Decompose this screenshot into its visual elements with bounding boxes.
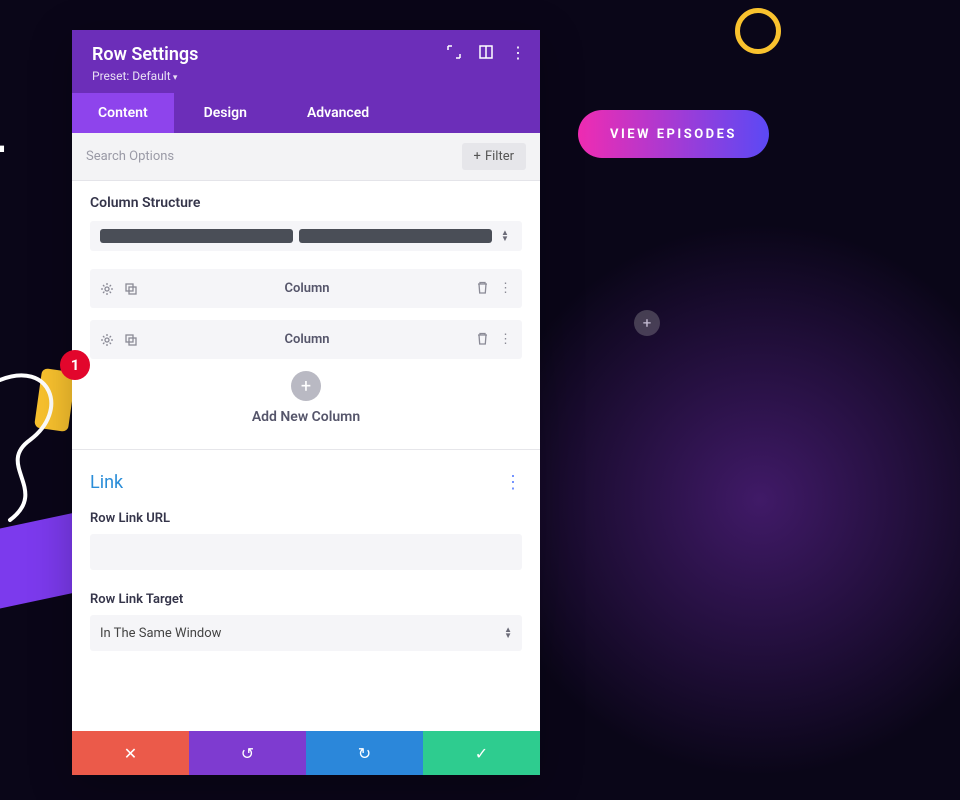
- search-options-input[interactable]: Search Options: [86, 149, 174, 164]
- row-settings-modal: Row Settings Preset: Default ⋮ Content D…: [72, 30, 540, 775]
- trash-icon[interactable]: [476, 281, 489, 296]
- tab-design[interactable]: Design: [174, 93, 277, 133]
- column-label: Column: [138, 281, 476, 296]
- column-item: Column ⋮: [90, 269, 522, 308]
- row-link-target-select-wrap: In The Same Window ▲▼: [90, 615, 522, 651]
- row-link-url-label: Row Link URL: [90, 511, 522, 526]
- duplicate-icon[interactable]: [124, 282, 138, 296]
- undo-button[interactable]: ↺: [189, 731, 306, 775]
- gear-icon[interactable]: [100, 282, 114, 296]
- undo-icon: ↺: [241, 744, 254, 763]
- link-section-title[interactable]: Link: [90, 472, 123, 493]
- row-link-url-input[interactable]: [90, 534, 522, 570]
- check-icon: ✓: [475, 744, 488, 763]
- section-divider: [72, 449, 540, 450]
- modal-footer: ✕ ↺ ↻ ✓: [72, 731, 540, 775]
- column-structure-bar: [299, 229, 492, 243]
- filter-button[interactable]: + Filter: [462, 143, 526, 170]
- expand-icon[interactable]: [446, 44, 462, 60]
- column-structure-selector[interactable]: ▲▼: [90, 221, 522, 251]
- add-new-column[interactable]: + Add New Column: [90, 371, 522, 425]
- tab-advanced[interactable]: Advanced: [277, 93, 399, 133]
- redo-button[interactable]: ↻: [306, 731, 423, 775]
- trash-icon[interactable]: [476, 332, 489, 347]
- plus-icon: +: [643, 314, 652, 332]
- hero-heading-fragment: t L: [0, 100, 6, 166]
- column-item: Column ⋮: [90, 320, 522, 359]
- more-options-icon[interactable]: ⋮: [510, 44, 526, 60]
- close-icon: ✕: [124, 744, 137, 763]
- duplicate-icon[interactable]: [124, 333, 138, 347]
- gear-icon[interactable]: [100, 333, 114, 347]
- decorative-ring: [735, 8, 781, 54]
- add-module-button[interactable]: +: [634, 310, 660, 336]
- link-section-more-icon[interactable]: ⋮: [504, 472, 522, 493]
- more-icon[interactable]: ⋮: [499, 332, 512, 347]
- responsive-view-icon[interactable]: [478, 44, 494, 60]
- column-structure-label: Column Structure: [90, 195, 522, 211]
- preset-selector[interactable]: Preset: Default: [92, 69, 520, 83]
- row-link-target-label: Row Link Target: [90, 592, 522, 607]
- hero-paragraph-fragment: t amet, cfinibus e: [0, 256, 6, 299]
- settings-tabs: Content Design Advanced: [72, 93, 540, 133]
- chevron-updown-icon: ▲▼: [498, 230, 512, 242]
- tab-content[interactable]: Content: [72, 93, 174, 133]
- confirm-button[interactable]: ✓: [423, 731, 540, 775]
- link-section-header: Link ⋮: [90, 472, 522, 493]
- add-new-column-label: Add New Column: [252, 409, 360, 425]
- more-icon[interactable]: ⋮: [499, 281, 512, 296]
- row-link-target-select[interactable]: In The Same Window: [90, 615, 522, 651]
- plus-circle-icon: +: [291, 371, 321, 401]
- modal-body[interactable]: Column Structure ▲▼ Column ⋮ Column: [72, 181, 540, 731]
- redo-icon: ↻: [358, 744, 371, 763]
- cancel-button[interactable]: ✕: [72, 731, 189, 775]
- column-structure-bar: [100, 229, 293, 243]
- plus-icon: +: [474, 149, 481, 164]
- step-badge-1: 1: [60, 350, 90, 380]
- column-label: Column: [138, 332, 476, 347]
- background-hero-text: t L t amet, cfinibus e: [0, 100, 6, 299]
- modal-header: Row Settings Preset: Default ⋮: [72, 30, 540, 93]
- options-toolbar: Search Options + Filter: [72, 133, 540, 181]
- view-episodes-button[interactable]: VIEW EPISODES: [578, 110, 769, 158]
